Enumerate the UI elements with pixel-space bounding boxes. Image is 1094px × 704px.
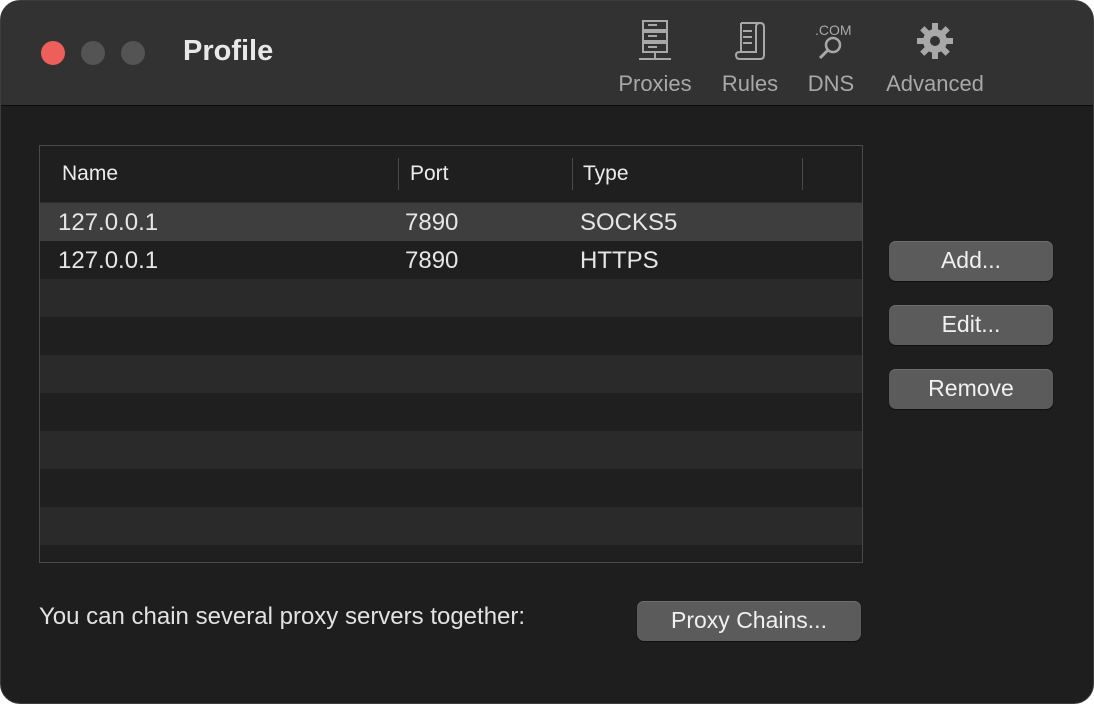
scroll-icon bbox=[734, 22, 765, 60]
cell-port: 7890 bbox=[405, 247, 459, 274]
toolbar-proxies-label: Proxies bbox=[618, 71, 692, 96]
zoom-button[interactable] bbox=[121, 41, 145, 65]
empty-row bbox=[40, 545, 862, 562]
table-row[interactable]: 127.0.0.1 7890 HTTPS bbox=[40, 241, 862, 279]
toolbar-rules-label: Rules bbox=[721, 71, 779, 96]
chain-description: You can chain several proxy servers toge… bbox=[39, 603, 526, 630]
proxy-table[interactable]: Name Port Type 127.0.0.1 7890 SOCKS5 127… bbox=[39, 145, 863, 563]
empty-row bbox=[40, 469, 862, 507]
cell-port: 7890 bbox=[405, 209, 459, 236]
column-divider[interactable] bbox=[802, 158, 803, 190]
minimize-button[interactable] bbox=[81, 41, 105, 65]
toolbar-dns-label: DNS bbox=[807, 71, 855, 96]
empty-row bbox=[40, 507, 862, 545]
remove-button[interactable]: Remove bbox=[889, 369, 1053, 409]
table-header: Name Port Type bbox=[40, 146, 862, 203]
empty-row bbox=[40, 279, 862, 317]
add-button[interactable]: Add... bbox=[889, 241, 1053, 281]
profile-window: Profile Proxies Rules .COM DNS Advanced … bbox=[0, 0, 1094, 704]
column-header-port[interactable]: Port bbox=[410, 162, 449, 186]
table-row[interactable]: 127.0.0.1 7890 SOCKS5 bbox=[40, 203, 862, 241]
close-button[interactable] bbox=[41, 41, 65, 65]
column-header-type[interactable]: Type bbox=[583, 162, 629, 186]
empty-row bbox=[40, 393, 862, 431]
toolbar-advanced[interactable]: Advanced bbox=[881, 19, 989, 101]
toolbar-dns[interactable]: .COM DNS bbox=[803, 19, 859, 101]
table-rows: 127.0.0.1 7890 SOCKS5 127.0.0.1 7890 HTT… bbox=[40, 203, 862, 562]
cell-type: HTTPS bbox=[580, 247, 659, 274]
gear-icon bbox=[917, 23, 953, 59]
toolbar-proxies[interactable]: Proxies bbox=[613, 19, 697, 101]
column-divider[interactable] bbox=[572, 158, 573, 190]
cell-name: 127.0.0.1 bbox=[58, 247, 159, 274]
cell-name: 127.0.0.1 bbox=[58, 209, 159, 236]
cell-type: SOCKS5 bbox=[580, 209, 678, 236]
toolbar-advanced-label: Advanced bbox=[886, 71, 984, 96]
toolbar-rules[interactable]: Rules bbox=[717, 19, 783, 101]
proxy-chains-button[interactable]: Proxy Chains... bbox=[637, 601, 861, 641]
empty-row bbox=[40, 317, 862, 355]
edit-button[interactable]: Edit... bbox=[889, 305, 1053, 345]
server-stack-icon bbox=[639, 20, 671, 60]
column-header-name[interactable]: Name bbox=[62, 162, 118, 186]
dns-magnifier-icon: .COM bbox=[815, 22, 852, 60]
window-title: Profile bbox=[183, 35, 274, 67]
empty-row bbox=[40, 355, 862, 393]
column-divider[interactable] bbox=[398, 158, 399, 190]
dns-icon-text: .COM bbox=[815, 22, 852, 38]
titlebar: Profile Proxies Rules .COM DNS Advanced bbox=[1, 1, 1093, 106]
empty-row bbox=[40, 431, 862, 469]
